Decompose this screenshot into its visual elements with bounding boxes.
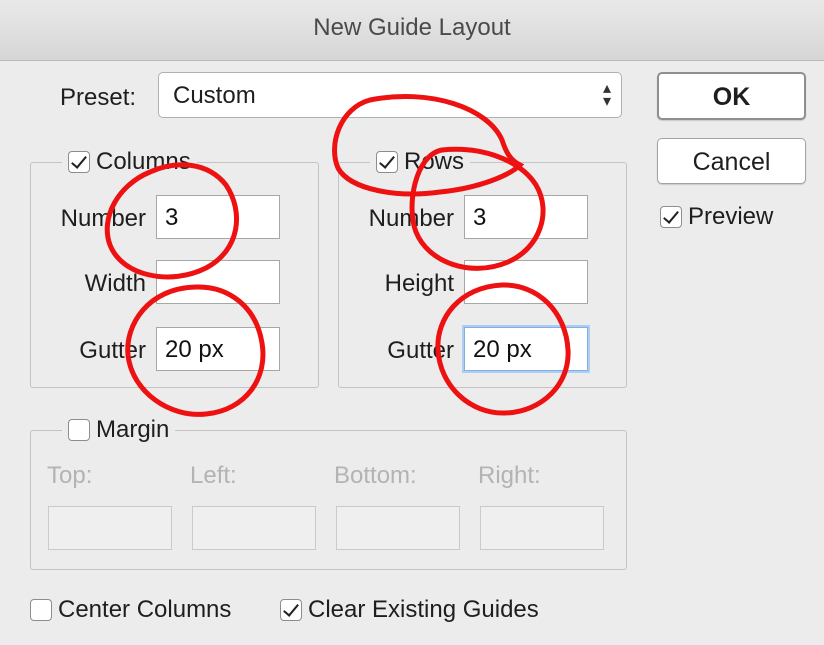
rows-gutter-field[interactable]: 20 px [464,327,588,371]
rows-check-icon [376,151,398,173]
columns-check-icon [68,151,90,173]
margin-check-icon [68,419,90,441]
preset-select[interactable]: Custom ▴ ▾ [158,72,622,118]
clear-guides-check-icon [280,599,302,621]
preset-value: Custom [173,82,256,109]
columns-number-label: Number [60,205,146,232]
margin-checkbox[interactable]: Margin [62,414,176,446]
preset-label: Preset: [60,84,137,111]
cancel-button[interactable]: Cancel [657,138,806,184]
select-arrows-icon: ▴ ▾ [602,80,611,110]
columns-checkbox[interactable]: Columns [62,146,197,178]
rows-number-field[interactable]: 3 [464,195,588,239]
title-bar: New Guide Layout [0,0,824,61]
center-columns-check-icon [30,599,52,621]
columns-number-field[interactable]: 3 [156,195,280,239]
columns-gutter-label: Gutter [79,337,146,364]
margin-left-label: Left: [190,462,237,489]
margin-bottom-label: Bottom: [334,462,417,489]
margin-label: Margin [96,416,170,443]
center-columns-label: Center Columns [58,596,232,623]
margin-right-label: Right: [478,462,541,489]
ok-button[interactable]: OK [657,72,806,120]
margin-left-field [192,506,316,550]
columns-width-label: Width [84,270,146,297]
rows-checkbox[interactable]: Rows [370,146,471,178]
rows-gutter-label: Gutter [387,337,454,364]
rows-number-label: Number [368,205,454,232]
columns-width-field[interactable] [156,260,280,304]
margin-top-field [48,506,172,550]
columns-gutter-field[interactable]: 20 px [156,327,280,371]
preview-checkbox[interactable]: Preview [660,203,773,231]
margin-top-label: Top: [47,462,93,489]
rows-label: Rows [404,148,465,175]
center-columns-checkbox[interactable]: Center Columns [30,596,231,624]
margin-right-field [480,506,604,550]
clear-guides-label: Clear Existing Guides [308,596,539,623]
rows-height-field[interactable] [464,260,588,304]
margin-bottom-field [336,506,460,550]
preview-check-icon [660,206,682,228]
window-title: New Guide Layout [313,14,511,41]
columns-label: Columns [96,148,191,175]
rows-height-label: Height [384,270,454,297]
clear-guides-checkbox[interactable]: Clear Existing Guides [280,596,539,624]
preview-label: Preview [688,203,774,230]
